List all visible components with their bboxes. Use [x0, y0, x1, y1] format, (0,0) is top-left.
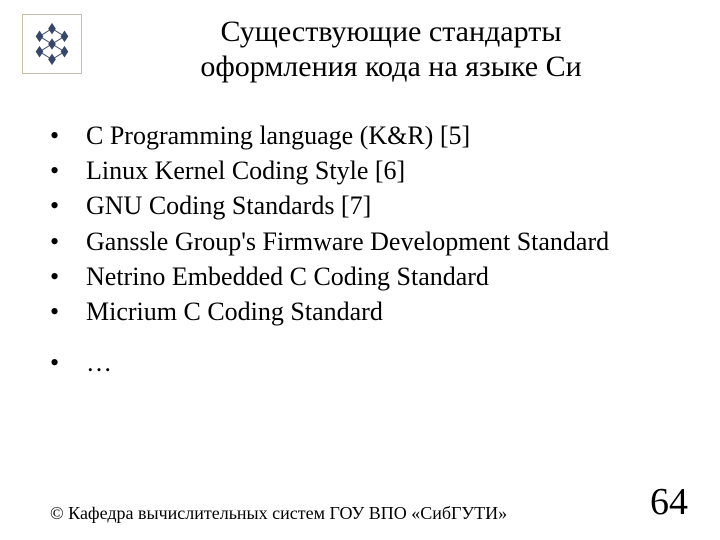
- list-item: • Micrium C Coding Standard: [50, 295, 700, 328]
- bullet-marker: •: [50, 189, 86, 222]
- bullet-marker: •: [50, 346, 86, 379]
- bullet-text: …: [86, 346, 112, 379]
- list-item: • Netrino Embedded C Coding Standard: [50, 260, 700, 293]
- title-line-2: оформления кода на языке Си: [200, 50, 581, 83]
- bullet-text: Ganssle Group's Firmware Development Sta…: [86, 225, 609, 258]
- bullet-marker: •: [50, 295, 86, 328]
- bullet-marker: •: [50, 154, 86, 187]
- slide-footer: © Кафедра вычислительных систем ГОУ ВПО …: [0, 480, 720, 524]
- bullet-text: Netrino Embedded C Coding Standard: [86, 260, 489, 293]
- slide-title: Существующие стандарты оформления кода н…: [82, 14, 700, 85]
- slide-header: Существующие стандарты оформления кода н…: [0, 0, 720, 85]
- bullet-text: Micrium C Coding Standard: [86, 295, 383, 328]
- department-logo: [22, 14, 82, 74]
- slide-body: • C Programming language (K&R) [5] • Lin…: [0, 85, 720, 380]
- list-item: • GNU Coding Standards [7]: [50, 189, 700, 222]
- list-item: • Ganssle Group's Firmware Development S…: [50, 225, 700, 258]
- list-item: • …: [50, 346, 700, 379]
- bullet-marker: •: [50, 225, 86, 258]
- bullet-marker: •: [50, 260, 86, 293]
- list-item: • C Programming language (K&R) [5]: [50, 119, 700, 152]
- bullet-text: C Programming language (K&R) [5]: [86, 119, 470, 152]
- bullet-marker: •: [50, 119, 86, 152]
- copyright-text: © Кафедра вычислительных систем ГОУ ВПО …: [50, 503, 507, 524]
- page-number: 64: [650, 480, 688, 524]
- bullet-text: GNU Coding Standards [7]: [86, 189, 371, 222]
- bullet-text: Linux Kernel Coding Style [6]: [86, 154, 405, 187]
- list-item: • Linux Kernel Coding Style [6]: [50, 154, 700, 187]
- title-line-1: Существующие стандарты: [221, 15, 562, 48]
- logo-icon: [28, 20, 76, 68]
